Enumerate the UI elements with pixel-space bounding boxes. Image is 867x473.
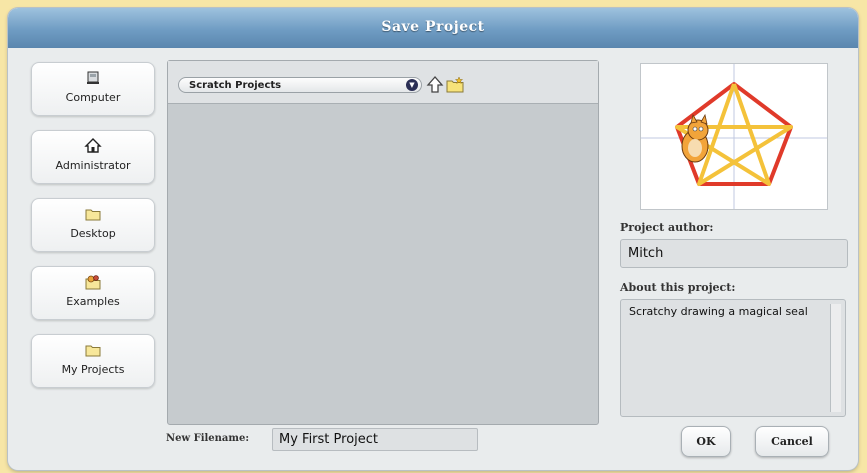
path-bar: Scratch Projects ▼ <box>168 61 598 104</box>
file-list-pane[interactable]: Scratch Projects ▼ <box>167 60 599 425</box>
location-my-projects-label: My Projects <box>61 363 125 376</box>
about-scrollbar[interactable] <box>830 304 841 412</box>
home-icon <box>84 138 102 153</box>
computer-icon <box>87 71 99 84</box>
path-dropdown-value: Scratch Projects <box>189 80 282 91</box>
save-project-dialog: Save Project Computer Administrator Desk… <box>8 8 858 470</box>
location-administrator-label: Administrator <box>55 159 131 172</box>
about-project-text: Scratchy drawing a magical seal <box>629 305 808 318</box>
location-computer-label: Computer <box>65 91 121 104</box>
dialog-title: Save Project <box>381 19 485 35</box>
filename-input[interactable]: My First Project <box>272 428 478 451</box>
cancel-button[interactable]: Cancel <box>755 426 829 457</box>
project-thumbnail <box>640 63 828 210</box>
up-arrow-icon[interactable] <box>426 75 444 95</box>
location-my-projects-button[interactable]: My Projects <box>31 334 155 388</box>
project-author-field[interactable]: Mitch <box>620 239 848 268</box>
location-desktop-button[interactable]: Desktop <box>31 198 155 252</box>
location-desktop-label: Desktop <box>70 227 116 240</box>
location-examples-label: Examples <box>66 295 120 308</box>
folder-icon <box>85 209 101 221</box>
path-dropdown[interactable]: Scratch Projects ▼ <box>178 77 422 93</box>
location-administrator-button[interactable]: Administrator <box>31 130 155 184</box>
location-computer-button[interactable]: Computer <box>31 62 155 116</box>
new-folder-icon[interactable] <box>446 75 464 95</box>
location-examples-button[interactable]: Examples <box>31 266 155 320</box>
about-project-label: About this project: <box>620 281 736 294</box>
pentagon-drawing-image <box>641 64 827 209</box>
about-project-textarea[interactable]: Scratchy drawing a magical seal <box>620 299 846 417</box>
folder-icon <box>85 345 101 357</box>
project-author-label: Project author: <box>620 221 714 234</box>
new-filename-label: New Filename: <box>166 433 250 444</box>
examples-icon <box>85 275 101 290</box>
ok-button[interactable]: OK <box>681 426 731 457</box>
chevron-down-icon: ▼ <box>406 79 418 91</box>
